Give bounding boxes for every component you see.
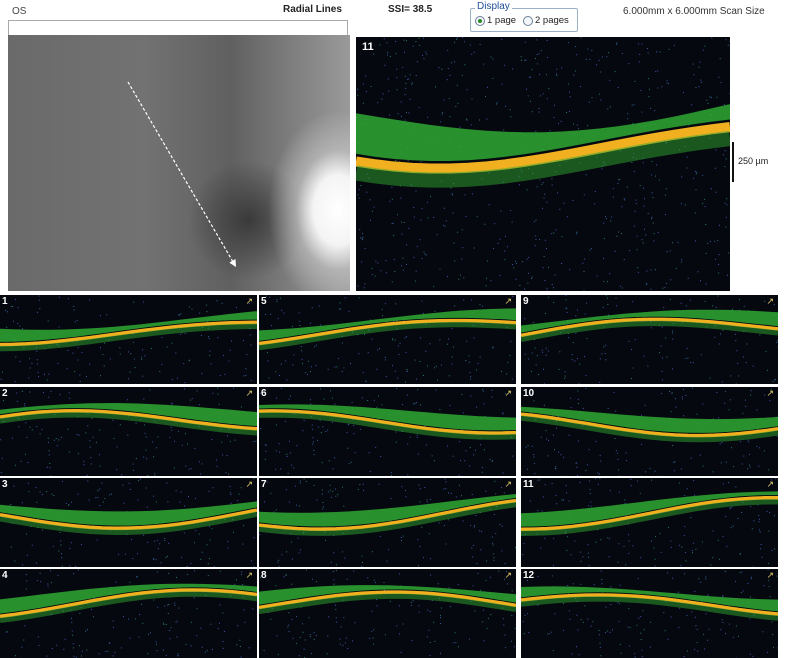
oct-layers <box>521 295 778 384</box>
oct-layers <box>259 478 516 567</box>
scan-line-arrow-icon <box>127 81 237 268</box>
orientation-arrow-icon: ↗ <box>245 388 253 398</box>
main-oct-bscan[interactable]: 11 <box>356 37 730 291</box>
slice-number: 10 <box>523 388 535 399</box>
slice-number: 12 <box>523 570 535 581</box>
scale-bar-label: 250 µm <box>738 156 769 166</box>
display-option-group: Display 1 page 2 pages <box>470 1 578 32</box>
eye-label: OS <box>12 6 27 17</box>
display-1-page-radio[interactable]: 1 page <box>475 15 516 26</box>
bscan-thumbnail[interactable]: 2 ↗ <box>0 387 257 476</box>
fundus-image[interactable] <box>8 35 350 291</box>
fundus-header-strip <box>8 20 348 36</box>
display-2-pages-radio[interactable]: 2 pages <box>523 15 569 26</box>
oct-layers <box>521 569 778 658</box>
bscan-thumbnail[interactable]: 11 ↗ <box>521 478 778 567</box>
scale-bar <box>732 142 734 182</box>
bscan-thumbnail[interactable]: 10 ↗ <box>521 387 778 476</box>
radio-selected-icon <box>475 15 485 26</box>
slice-number: 8 <box>261 570 267 581</box>
orientation-arrow-icon: ↗ <box>504 479 512 489</box>
oct-layers <box>259 387 516 476</box>
bscan-thumbnail[interactable]: 5 ↗ <box>259 295 516 384</box>
display-1-page-label: 1 page <box>487 15 517 26</box>
orientation-arrow-icon: ↗ <box>504 296 512 306</box>
slice-number: 7 <box>261 479 267 490</box>
slice-number: 9 <box>523 296 529 307</box>
slice-number: 3 <box>2 479 8 490</box>
orientation-arrow-icon: ↗ <box>245 296 253 306</box>
oct-layers <box>0 295 257 384</box>
orientation-arrow-icon: ↗ <box>245 479 253 489</box>
orientation-arrow-icon: ↗ <box>245 570 253 580</box>
signal-strength-index: SSI= 38.5 <box>388 4 433 15</box>
radio-unselected-icon <box>523 15 533 26</box>
oct-layers <box>0 569 257 658</box>
bscan-thumbnail[interactable]: 6 ↗ <box>259 387 516 476</box>
bscan-thumbnail[interactable]: 9 ↗ <box>521 295 778 384</box>
orientation-arrow-icon: ↗ <box>766 296 774 306</box>
scan-size-label: 6.000mm x 6.000mm Scan Size <box>623 6 765 17</box>
slice-number: 6 <box>261 388 267 399</box>
display-2-pages-label: 2 pages <box>535 15 569 26</box>
slice-number: 2 <box>2 388 8 399</box>
orientation-arrow-icon: ↗ <box>504 388 512 398</box>
oct-layers <box>259 295 516 384</box>
bscan-thumbnail[interactable]: 7 ↗ <box>259 478 516 567</box>
bscan-thumbnail[interactable]: 4 ↗ <box>0 569 257 658</box>
bscan-thumbnail[interactable]: 3 ↗ <box>0 478 257 567</box>
orientation-arrow-icon: ↗ <box>766 570 774 580</box>
bscan-thumbnail[interactable]: 8 ↗ <box>259 569 516 658</box>
orientation-arrow-icon: ↗ <box>766 388 774 398</box>
oct-layers <box>0 387 257 476</box>
slice-number: 11 <box>523 479 534 490</box>
slice-number: 4 <box>2 570 8 581</box>
oct-layers <box>356 37 730 291</box>
oct-layers <box>259 569 516 658</box>
oct-layers <box>521 387 778 476</box>
orientation-arrow-icon: ↗ <box>766 479 774 489</box>
slice-number: 5 <box>261 296 267 307</box>
main-slice-number: 11 <box>362 41 374 53</box>
oct-layers <box>521 478 778 567</box>
scan-type-title: Radial Lines <box>283 4 342 15</box>
display-legend: Display <box>475 1 512 12</box>
bscan-thumbnail[interactable]: 1 ↗ <box>0 295 257 384</box>
slice-number: 1 <box>2 296 8 307</box>
bscan-thumbnail[interactable]: 12 ↗ <box>521 569 778 658</box>
orientation-arrow-icon: ↗ <box>504 570 512 580</box>
oct-layers <box>0 478 257 567</box>
